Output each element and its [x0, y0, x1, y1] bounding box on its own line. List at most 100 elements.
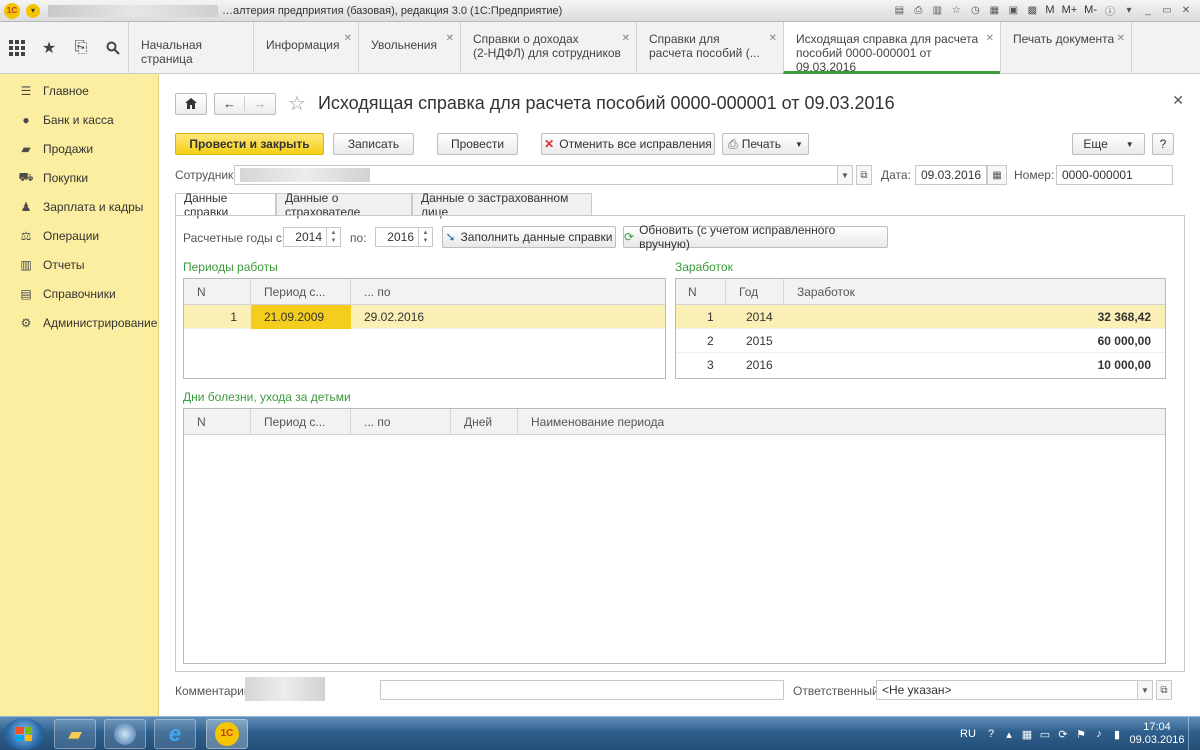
tab-insured-data[interactable]: Данные о застрахованном лице	[412, 191, 592, 219]
post-and-close-button[interactable]: Провести и закрыть	[175, 133, 324, 155]
column-header[interactable]: Наименование периода	[518, 409, 1165, 435]
sidebar-item-main[interactable]: ☰ Главное	[0, 76, 158, 105]
year-to-field[interactable]: 2016 ▲ ▼	[375, 227, 433, 247]
number-field[interactable]: 0000-000001	[1056, 165, 1173, 185]
column-header[interactable]: N	[184, 409, 251, 435]
date-field[interactable]: 09.03.2016	[915, 165, 987, 185]
employee-dropdown-icon[interactable]: ▼	[837, 165, 853, 185]
tab-dismissals[interactable]: Увольнения ✕	[358, 22, 460, 74]
comment-field[interactable]	[380, 680, 784, 700]
tab-benefit-certificates[interactable]: Справки для расчета пособий (... ✕	[636, 22, 783, 74]
history-icon[interactable]: ⎘	[66, 33, 96, 63]
print-button[interactable]: ⎙ Печать ▼	[722, 133, 809, 155]
column-header[interactable]: Период с...	[251, 409, 351, 435]
network-icon[interactable]: ▦	[1018, 728, 1036, 741]
sidebar-item-catalogs[interactable]: ▤ Справочники	[0, 279, 158, 308]
sync-icon[interactable]: ⟳	[1054, 728, 1072, 741]
minimize-icon[interactable]: _	[1140, 2, 1156, 18]
memory-button[interactable]: M	[1043, 2, 1056, 18]
calendar-icon[interactable]: ▣	[1005, 2, 1021, 18]
table-row[interactable]: 1 2014 32 368,42	[676, 305, 1165, 329]
work-periods-table[interactable]: N Период с... ... по 1 21.09.2009 29.02.…	[183, 278, 666, 379]
tab-close-icon[interactable]: ✕	[1117, 32, 1125, 46]
show-desktop-button[interactable]	[1188, 717, 1200, 750]
tab-close-icon[interactable]: ✕	[986, 32, 994, 46]
sick-days-table[interactable]: N Период с... ... по Дней Наименование п…	[183, 408, 1166, 664]
column-header[interactable]: N	[184, 279, 251, 305]
close-window-icon[interactable]: ✕	[1178, 2, 1194, 18]
tab-close-icon[interactable]: ✕	[769, 32, 777, 46]
tab-close-icon[interactable]: ✕	[344, 32, 352, 46]
clock[interactable]: 17:04 09.03.2016	[1126, 721, 1188, 747]
column-header[interactable]: ... по	[351, 409, 451, 435]
favorite-star-icon[interactable]: ☆	[288, 91, 306, 116]
sidebar-item-reports[interactable]: ▥ Отчеты	[0, 250, 158, 279]
close-form-icon[interactable]: ✕	[1172, 92, 1184, 109]
preview-icon[interactable]: ▥	[929, 2, 945, 18]
more-button[interactable]: Еще ▼	[1072, 133, 1145, 155]
table-cell[interactable]: 10 000,00	[784, 353, 1165, 377]
volume-icon[interactable]: ♪	[1090, 728, 1108, 740]
tab-outgoing-certificate[interactable]: Исходящая справка для расчета пособий 00…	[783, 22, 1000, 74]
post-button[interactable]: Провести	[437, 133, 518, 155]
table-row[interactable]: 1 21.09.2009 29.02.2016	[184, 305, 665, 329]
tab-home[interactable]: Начальная страница	[128, 22, 253, 74]
help-icon[interactable]: ?	[982, 728, 1000, 740]
sidebar-item-operations[interactable]: ⚖ Операции	[0, 221, 158, 250]
ie-taskbar-button[interactable]: e	[154, 719, 196, 749]
column-header[interactable]: Год	[726, 279, 784, 305]
column-header[interactable]: N	[676, 279, 726, 305]
tab-print-document[interactable]: Печать документа ✕	[1000, 22, 1132, 74]
memory-minus-button[interactable]: M-	[1082, 2, 1099, 18]
flag-icon[interactable]: ⚑	[1072, 728, 1090, 741]
star-icon[interactable]: ★	[34, 33, 64, 63]
tab-insurer-data[interactable]: Данные о страхователе	[276, 191, 412, 219]
employee-field[interactable]	[234, 165, 838, 185]
back-arrow-icon[interactable]: ←	[215, 96, 245, 111]
print-icon[interactable]: ⎙	[910, 2, 926, 18]
sidebar-item-purchases[interactable]: ⛟ Покупки	[0, 163, 158, 192]
help-button[interactable]: ?	[1152, 133, 1174, 155]
favorites-icon[interactable]: ☆	[948, 2, 964, 18]
fill-certificate-button[interactable]: ➘ Заполнить данные справки	[442, 226, 616, 248]
sidebar-item-admin[interactable]: ⚙ Администрирование	[0, 308, 158, 337]
column-header[interactable]: Период с...	[251, 279, 351, 305]
year-from-spinner-icon[interactable]: ▲ ▼	[326, 228, 340, 246]
table-row[interactable]: 2 2015 60 000,00	[676, 329, 1165, 353]
year-from-field[interactable]: 2014 ▲ ▼	[283, 227, 341, 247]
sidebar-item-salary[interactable]: ♟ Зарплата и кадры	[0, 192, 158, 221]
language-indicator[interactable]: RU	[954, 728, 982, 740]
maximize-icon[interactable]: ▭	[1159, 2, 1175, 18]
list-icon[interactable]: ▦	[986, 2, 1002, 18]
signal-icon[interactable]: ▮	[1108, 728, 1126, 741]
tab-close-icon[interactable]: ✕	[446, 32, 454, 46]
start-button[interactable]	[4, 718, 44, 750]
thunderbird-taskbar-button[interactable]	[104, 719, 146, 749]
employee-open-icon[interactable]: ⧉	[856, 165, 872, 185]
year-to-spinner-icon[interactable]: ▲ ▼	[418, 228, 432, 246]
table-cell[interactable]: 21.09.2009	[251, 305, 351, 329]
sidebar-item-bank[interactable]: ● Банк и касса	[0, 105, 158, 134]
sidebar-item-sales[interactable]: ▰ Продажи	[0, 134, 158, 163]
main-menu-icon[interactable]: ▾	[26, 3, 40, 18]
table-cell[interactable]: 32 368,42	[784, 305, 1165, 329]
home-button[interactable]	[175, 92, 207, 115]
tab-certificate-data[interactable]: Данные справки	[175, 191, 276, 219]
explorer-taskbar-button[interactable]: ▰	[54, 719, 96, 749]
history-icon[interactable]: ◷	[967, 2, 983, 18]
column-header[interactable]: ... по	[351, 279, 665, 305]
forward-arrow-icon[interactable]: →	[245, 96, 275, 111]
tab-close-icon[interactable]: ✕	[622, 32, 630, 46]
search-icon[interactable]	[98, 33, 128, 63]
monitor-icon[interactable]: ▭	[1036, 728, 1054, 741]
responsible-open-icon[interactable]: ⧉	[1156, 680, 1172, 700]
apps-grid-icon[interactable]	[2, 33, 32, 63]
table-row[interactable]: 3 2016 10 000,00	[676, 353, 1165, 377]
calendar-icon[interactable]: ▦	[987, 165, 1007, 185]
cancel-all-fixes-button[interactable]: ✕ Отменить все исправления	[541, 133, 715, 155]
save-button[interactable]: Записать	[333, 133, 414, 155]
app-logo-icon[interactable]: 1C	[4, 2, 20, 19]
tab-ndfl-certificates[interactable]: Справки о доходах (2-НДФЛ) для сотрудник…	[460, 22, 636, 74]
tab-info[interactable]: Информация ✕	[253, 22, 358, 74]
1c-taskbar-button[interactable]: 1C	[206, 719, 248, 749]
